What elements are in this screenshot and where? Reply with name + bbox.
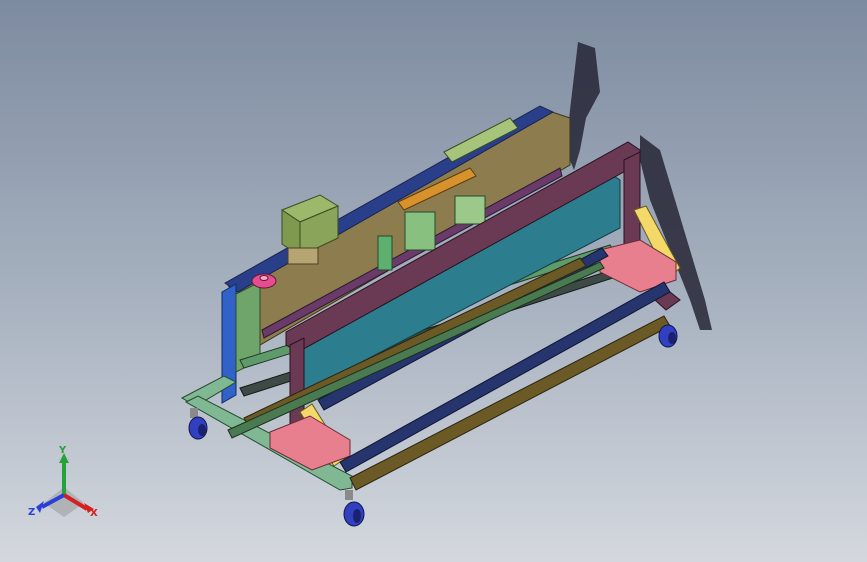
control-board-2 <box>404 211 436 251</box>
caster-back-right <box>658 324 678 348</box>
cad-viewport[interactable] <box>0 0 867 562</box>
motor-flange <box>287 247 319 265</box>
control-board-3 <box>454 195 486 225</box>
machine-frame-assembly[interactable] <box>180 105 681 527</box>
x-axis-label: X <box>90 508 98 519</box>
y-axis-label: Y <box>58 445 67 456</box>
orientation-triad[interactable]: X Y Z <box>22 445 107 525</box>
pulley-hub <box>259 275 269 281</box>
z-axis-label: Z <box>28 507 35 518</box>
control-board-1 <box>377 235 393 271</box>
caster-front-right <box>343 490 365 527</box>
